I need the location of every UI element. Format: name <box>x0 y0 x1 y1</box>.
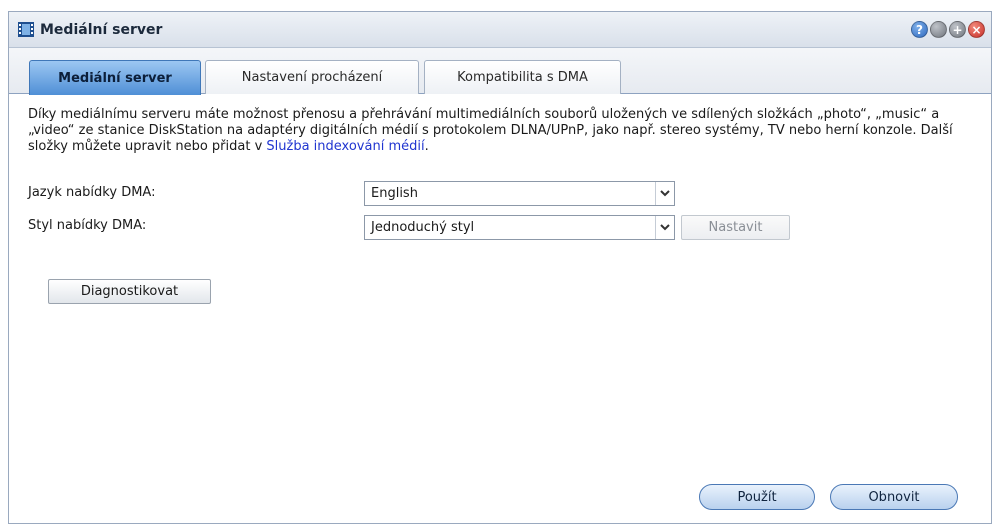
configure-button[interactable]: Nastavit <box>681 215 790 240</box>
language-select[interactable]: English <box>364 181 675 206</box>
diagnose-button[interactable]: Diagnostikovat <box>48 279 211 304</box>
media-server-window: Mediální server ? + × Mediální server Na… <box>8 11 992 524</box>
window-controls: ? + × <box>911 21 985 38</box>
chevron-down-icon[interactable] <box>655 182 674 205</box>
tab-media-server[interactable]: Mediální server <box>29 60 201 95</box>
style-value: Jednoduchý styl <box>371 220 475 235</box>
tab-browse-settings[interactable]: Nastavení procházení <box>205 60 419 94</box>
description-text: Díky mediálnímu serveru máte možnost pře… <box>28 107 978 155</box>
apply-button[interactable]: Použít <box>699 484 815 510</box>
reset-button[interactable]: Obnovit <box>830 484 958 510</box>
language-value: English <box>371 186 418 201</box>
close-icon[interactable]: × <box>968 21 985 38</box>
description-body: Díky mediálnímu serveru máte možnost pře… <box>28 107 953 154</box>
film-icon <box>18 22 34 37</box>
media-indexing-link[interactable]: Služba indexování médií <box>266 139 424 154</box>
minimize-icon[interactable] <box>930 21 947 38</box>
tab-bar: Mediální server Nastavení procházení Kom… <box>9 48 991 95</box>
style-label: Styl nabídky DMA: <box>28 218 147 233</box>
help-icon[interactable]: ? <box>911 21 928 38</box>
window-title: Mediální server <box>40 22 163 38</box>
language-label: Jazyk nabídky DMA: <box>28 185 156 200</box>
style-select[interactable]: Jednoduchý styl <box>364 215 675 240</box>
chevron-down-icon[interactable] <box>655 216 674 239</box>
title-bar[interactable]: Mediální server ? + × <box>9 12 991 48</box>
maximize-icon[interactable]: + <box>949 21 966 38</box>
description-suffix: . <box>424 139 429 154</box>
tab-dma-compatibility[interactable]: Kompatibilita s DMA <box>424 60 621 94</box>
